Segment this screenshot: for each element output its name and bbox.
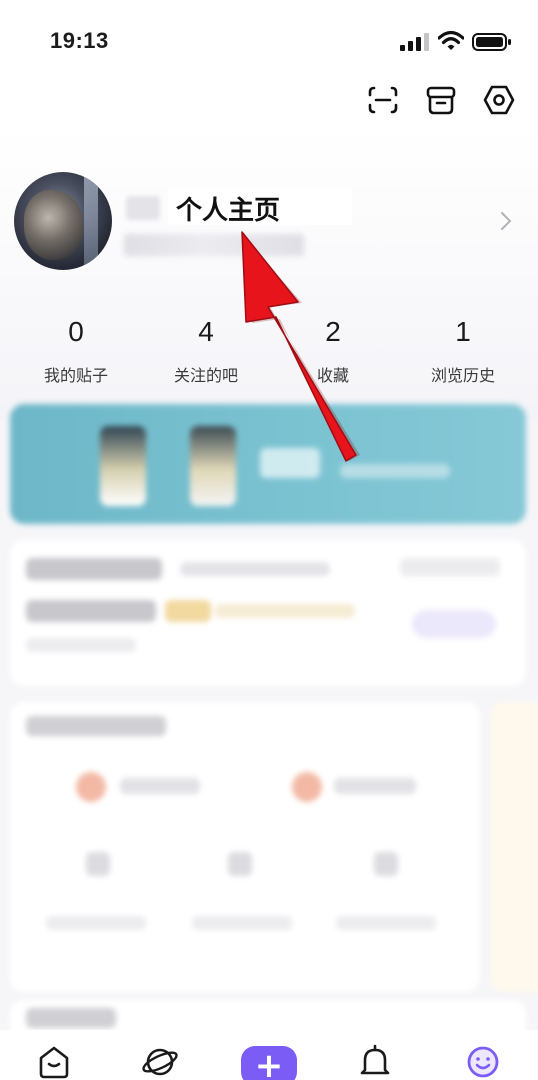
- add-button-label: +: [254, 1046, 284, 1080]
- me-icon[interactable]: [463, 1042, 503, 1080]
- username-blurred: [126, 196, 160, 220]
- stat-history[interactable]: 1 浏览历史: [403, 316, 523, 386]
- signal-icon: [400, 33, 429, 51]
- wifi-icon: [438, 30, 464, 50]
- stat-label: 浏览历史: [430, 366, 495, 385]
- promo-banner[interactable]: [10, 404, 526, 524]
- banner-text-blurred: [340, 464, 450, 478]
- stat-label: 关注的吧: [173, 366, 238, 385]
- box-icon[interactable]: [423, 82, 459, 118]
- stat-followed-bars[interactable]: 4 关注的吧: [146, 316, 266, 386]
- avatar-highlight: [84, 172, 98, 270]
- chevron-right-icon[interactable]: [498, 209, 514, 233]
- stat-favorites[interactable]: 2 收藏: [273, 316, 393, 386]
- settings-icon[interactable]: [481, 82, 517, 118]
- status-bar: 19:13: [0, 0, 538, 80]
- scan-icon[interactable]: [365, 82, 401, 118]
- stat-count: 0: [68, 316, 84, 347]
- stat-label: 收藏: [316, 366, 349, 385]
- banner-figure: [190, 426, 236, 506]
- bell-icon[interactable]: [355, 1042, 395, 1080]
- banner-figure: [100, 426, 146, 506]
- side-card-blurred[interactable]: [490, 702, 538, 992]
- stat-label: 我的贴子: [43, 366, 108, 385]
- stat-my-posts[interactable]: 0 我的贴子: [16, 316, 136, 386]
- explore-icon[interactable]: [140, 1042, 180, 1080]
- leopard-avatar-image: [24, 190, 84, 260]
- member-card-blurred[interactable]: [10, 540, 526, 686]
- battery-icon: [472, 33, 511, 51]
- profile-homepage-label[interactable]: 个人主页: [176, 190, 280, 227]
- add-button[interactable]: +: [241, 1046, 297, 1080]
- stat-count: 1: [455, 316, 471, 347]
- profile-subtitle-blurred: [124, 234, 304, 256]
- stat-count: 4: [198, 316, 214, 347]
- feature-card-blurred[interactable]: [10, 702, 480, 992]
- stat-count: 2: [325, 316, 341, 347]
- banner-text-blurred: [260, 448, 320, 478]
- status-time: 19:13: [50, 28, 109, 53]
- home-icon[interactable]: [34, 1042, 74, 1080]
- avatar[interactable]: [14, 172, 112, 270]
